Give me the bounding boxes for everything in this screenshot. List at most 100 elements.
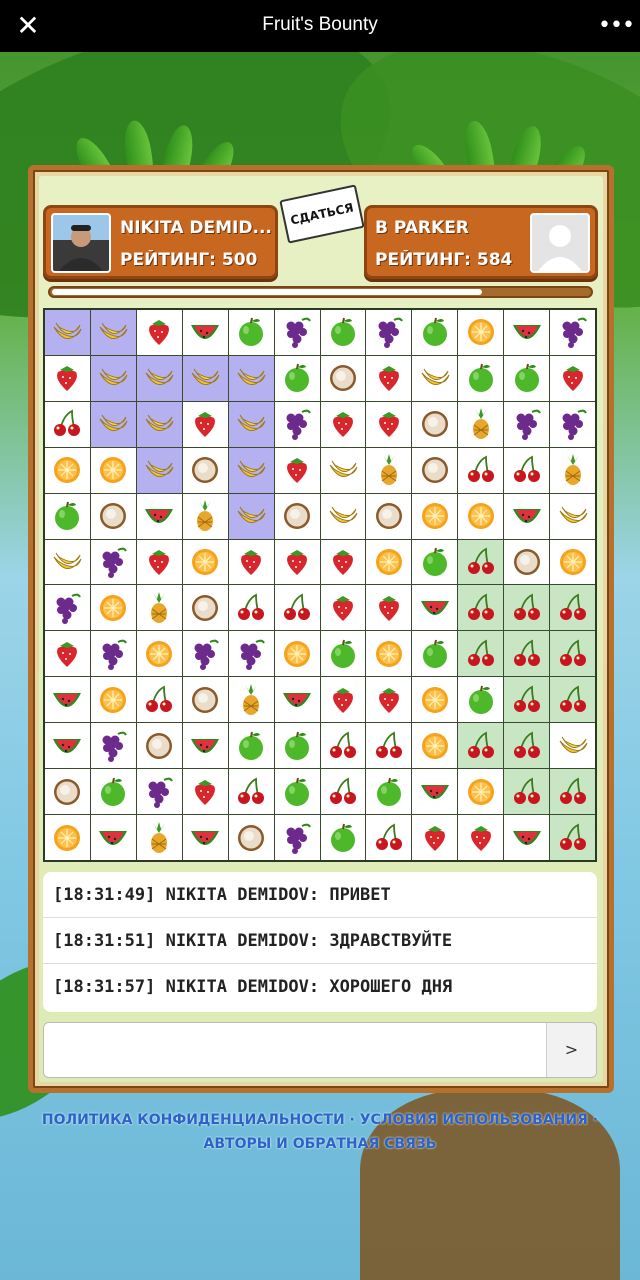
grid-cell[interactable] [550, 723, 595, 769]
grid-cell[interactable] [228, 677, 274, 723]
grid-cell[interactable] [45, 447, 90, 493]
chat-input[interactable] [44, 1023, 547, 1077]
grid-cell[interactable] [182, 401, 228, 447]
grid-cell[interactable] [45, 585, 90, 631]
grid-cell[interactable] [182, 815, 228, 860]
grid-cell[interactable] [228, 539, 274, 585]
grid-cell[interactable] [458, 815, 504, 860]
grid-cell[interactable] [274, 447, 320, 493]
grid-cell[interactable] [274, 631, 320, 677]
grid-cell[interactable] [504, 585, 550, 631]
grid-cell[interactable] [458, 723, 504, 769]
grid-cell[interactable] [90, 769, 136, 815]
grid-cell[interactable] [90, 631, 136, 677]
grid-cell[interactable] [320, 401, 366, 447]
grid-cell[interactable] [504, 631, 550, 677]
terms-link[interactable]: УСЛОВИЯ ИСПОЛЬЗОВАНИЯ [360, 1112, 588, 1128]
grid-cell[interactable] [274, 493, 320, 539]
grid-cell[interactable] [458, 401, 504, 447]
grid-cell[interactable] [45, 493, 90, 539]
grid-cell[interactable] [274, 769, 320, 815]
grid-cell[interactable] [45, 401, 90, 447]
grid-cell[interactable] [550, 355, 595, 401]
grid-cell[interactable] [412, 631, 458, 677]
grid-cell[interactable] [90, 815, 136, 860]
grid-cell[interactable] [412, 769, 458, 815]
grid-cell[interactable] [45, 355, 90, 401]
grid-cell[interactable] [504, 447, 550, 493]
grid-cell[interactable] [182, 631, 228, 677]
grid-cell[interactable] [366, 815, 412, 860]
grid-cell[interactable] [90, 539, 136, 585]
grid-cell[interactable] [136, 723, 182, 769]
grid-cell[interactable] [504, 493, 550, 539]
grid-cell[interactable] [366, 723, 412, 769]
grid-cell[interactable] [45, 539, 90, 585]
grid-cell[interactable] [412, 401, 458, 447]
grid-cell[interactable] [366, 677, 412, 723]
grid-cell[interactable] [458, 539, 504, 585]
grid-cell[interactable] [136, 493, 182, 539]
grid-cell[interactable] [45, 815, 90, 860]
grid-cell[interactable] [412, 310, 458, 355]
grid-cell[interactable] [136, 355, 182, 401]
grid-cell[interactable] [458, 677, 504, 723]
grid-cell[interactable] [136, 447, 182, 493]
grid-cell[interactable] [182, 677, 228, 723]
grid-cell[interactable] [366, 539, 412, 585]
grid-cell[interactable] [274, 585, 320, 631]
grid-cell[interactable] [504, 677, 550, 723]
grid-cell[interactable] [90, 723, 136, 769]
grid-cell[interactable] [90, 447, 136, 493]
grid-cell[interactable] [320, 631, 366, 677]
grid-cell[interactable] [320, 493, 366, 539]
grid-cell[interactable] [182, 585, 228, 631]
grid-cell[interactable] [45, 723, 90, 769]
grid-cell[interactable] [412, 585, 458, 631]
grid-cell[interactable] [320, 769, 366, 815]
grid-cell[interactable] [366, 310, 412, 355]
grid-cell[interactable] [320, 723, 366, 769]
grid-cell[interactable] [136, 310, 182, 355]
grid-cell[interactable] [182, 310, 228, 355]
grid-cell[interactable] [504, 355, 550, 401]
more-icon[interactable]: ••• [598, 10, 635, 42]
grid-cell[interactable] [182, 355, 228, 401]
grid-cell[interactable] [228, 310, 274, 355]
grid-cell[interactable] [45, 310, 90, 355]
grid-cell[interactable] [136, 677, 182, 723]
grid-cell[interactable] [550, 447, 595, 493]
grid-cell[interactable] [320, 677, 366, 723]
grid-cell[interactable] [320, 585, 366, 631]
grid-cell[interactable] [366, 585, 412, 631]
privacy-link[interactable]: ПОЛИТИКА КОНФИДЕНЦИАЛЬНОСТИ [42, 1112, 345, 1128]
grid-cell[interactable] [320, 355, 366, 401]
grid-cell[interactable] [366, 769, 412, 815]
grid-cell[interactable] [550, 539, 595, 585]
grid-cell[interactable] [136, 631, 182, 677]
grid-cell[interactable] [550, 585, 595, 631]
grid-cell[interactable] [550, 815, 595, 860]
grid-cell[interactable] [320, 447, 366, 493]
send-button[interactable]: > [546, 1023, 596, 1077]
grid-cell[interactable] [274, 723, 320, 769]
grid-cell[interactable] [182, 493, 228, 539]
grid-cell[interactable] [136, 815, 182, 860]
grid-cell[interactable] [504, 815, 550, 860]
grid-cell[interactable] [136, 585, 182, 631]
grid-cell[interactable] [504, 539, 550, 585]
grid-cell[interactable] [412, 447, 458, 493]
grid-cell[interactable] [412, 677, 458, 723]
grid-cell[interactable] [90, 585, 136, 631]
grid-cell[interactable] [274, 355, 320, 401]
grid-cell[interactable] [45, 677, 90, 723]
grid-cell[interactable] [320, 815, 366, 860]
grid-cell[interactable] [504, 310, 550, 355]
grid-cell[interactable] [228, 723, 274, 769]
grid-cell[interactable] [90, 355, 136, 401]
grid-cell[interactable] [412, 539, 458, 585]
grid-cell[interactable] [458, 355, 504, 401]
grid-cell[interactable] [550, 769, 595, 815]
grid-cell[interactable] [228, 815, 274, 860]
grid-cell[interactable] [274, 539, 320, 585]
